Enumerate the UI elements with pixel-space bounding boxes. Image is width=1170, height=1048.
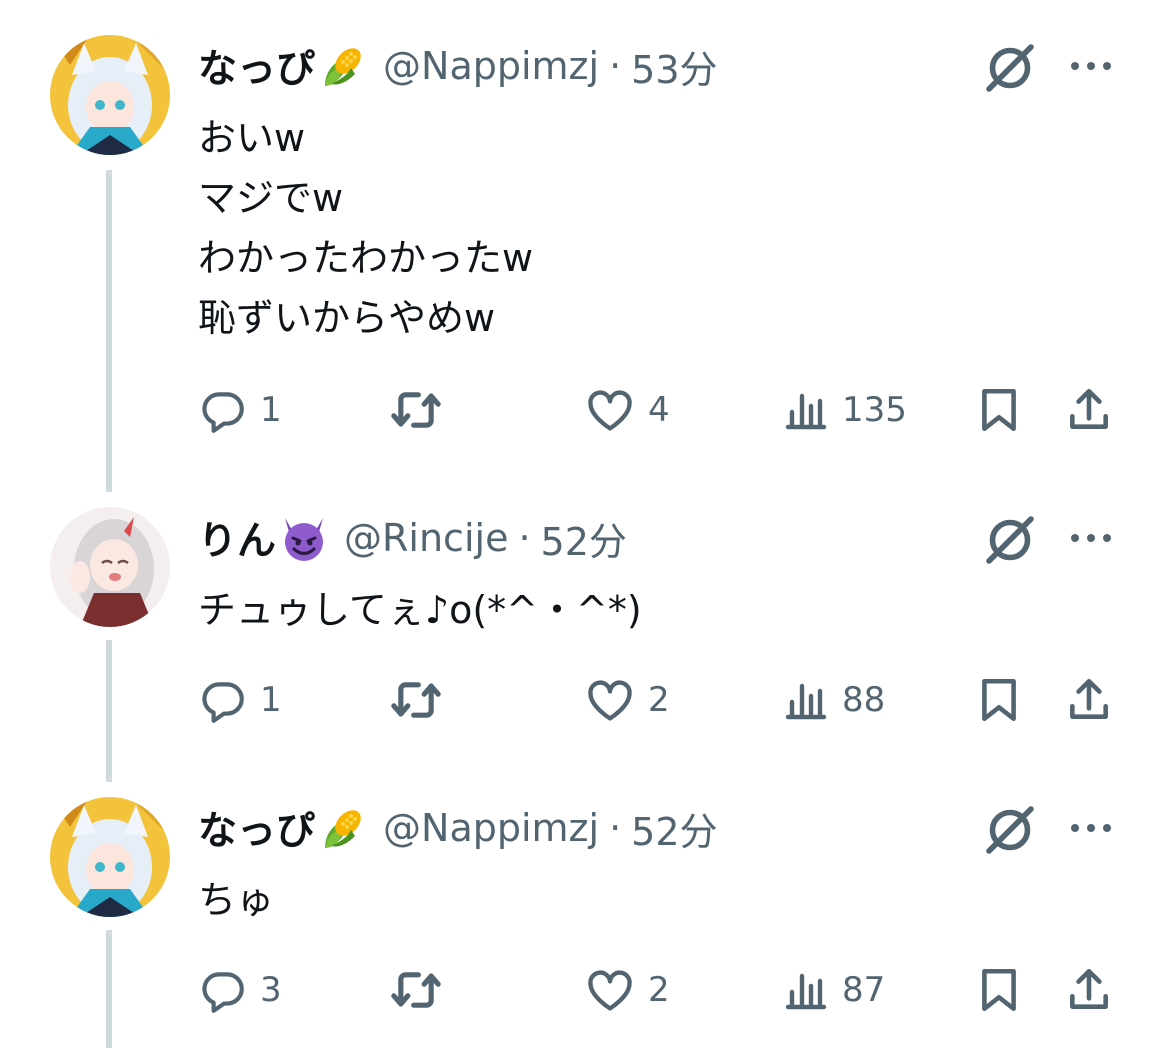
share-icon [1064, 385, 1114, 435]
reply-count: 1 [260, 680, 282, 720]
action-bar: 3 2 87 [198, 960, 1118, 1020]
display-name[interactable]: なっぴ [198, 800, 315, 856]
tweet[interactable]: なっぴ @Nappimzj · 53分 おいw マジでw わかったわかったw 恥… [0, 0, 1170, 470]
timestamp[interactable]: 52分 [541, 511, 627, 566]
reply-button[interactable]: 1 [198, 380, 282, 440]
avatar[interactable] [50, 35, 170, 155]
views-icon [782, 386, 830, 434]
corn-emoji-icon [317, 40, 369, 92]
reply-button[interactable]: 3 [198, 960, 282, 1020]
tweet[interactable]: りん @Rincije · 52分 チュゥしてぇ♪o(*^・^*) 1 2 88 [0, 472, 1170, 762]
reply-count: 1 [260, 390, 282, 430]
display-name[interactable]: りん [198, 510, 276, 566]
views-icon [782, 966, 830, 1014]
tweet-text-line: おいw [198, 116, 306, 160]
views-icon [782, 676, 830, 724]
retweet-button[interactable] [388, 960, 444, 1020]
like-button[interactable]: 4 [584, 380, 670, 440]
retweet-button[interactable] [388, 670, 444, 730]
tweet-text: ちゅ [198, 870, 274, 930]
like-button[interactable]: 2 [584, 960, 670, 1020]
heart-icon [584, 964, 636, 1016]
bookmark-icon [974, 675, 1024, 725]
views-count: 88 [842, 680, 886, 720]
bookmark-icon [974, 965, 1024, 1015]
retweet-icon [388, 962, 444, 1018]
corn-emoji-icon [317, 802, 369, 854]
tweet-text-line: ちゅ [198, 878, 275, 922]
bookmark-icon [974, 385, 1024, 435]
like-count: 4 [648, 390, 670, 430]
grok-icon[interactable] [982, 512, 1038, 568]
retweet-icon [388, 672, 444, 728]
reply-button[interactable]: 1 [198, 670, 282, 730]
tweet-text-line: 恥ずいからやめw [198, 296, 496, 340]
bookmark-button[interactable] [974, 380, 1024, 440]
reply-icon [198, 675, 248, 725]
action-bar: 1 4 135 [198, 380, 1118, 440]
action-bar: 1 2 88 [198, 670, 1118, 730]
share-button[interactable] [1064, 960, 1114, 1020]
heart-icon [584, 674, 636, 726]
handle[interactable]: @Nappimzj [383, 44, 599, 88]
tweet-text-line: マジでw [198, 176, 344, 220]
handle[interactable]: @Nappimzj [383, 806, 599, 850]
timestamp[interactable]: 53分 [631, 39, 717, 94]
heart-icon [584, 384, 636, 436]
avatar[interactable] [50, 507, 170, 627]
bookmark-button[interactable] [974, 670, 1024, 730]
retweet-button[interactable] [388, 380, 444, 440]
handle[interactable]: @Rincije [344, 516, 508, 560]
separator: · [609, 44, 622, 88]
retweet-icon [388, 382, 444, 438]
tweet[interactable]: なっぴ @Nappimzj · 52分 ちゅ 3 2 87 [0, 762, 1170, 1048]
share-icon [1064, 675, 1114, 725]
like-count: 2 [648, 970, 670, 1010]
more-options-icon[interactable] [1068, 526, 1114, 550]
reply-count: 3 [260, 970, 282, 1010]
views-count: 87 [842, 970, 886, 1010]
views-button[interactable]: 87 [782, 960, 885, 1020]
grok-icon[interactable] [982, 40, 1038, 96]
avatar[interactable] [50, 797, 170, 917]
separator: · [609, 806, 622, 850]
display-name[interactable]: なっぴ [198, 38, 315, 94]
timestamp[interactable]: 52分 [631, 801, 717, 856]
share-button[interactable] [1064, 670, 1114, 730]
more-options-icon[interactable] [1068, 54, 1114, 78]
separator: · [518, 516, 531, 560]
tweet-text: おいw マジでw わかったわかったw 恥ずいからやめw [198, 108, 533, 348]
share-button[interactable] [1064, 380, 1114, 440]
tweet-text: チュゥしてぇ♪o(*^・^*) [198, 580, 642, 640]
tweet-text-line: わかったわかったw [198, 236, 534, 280]
grok-icon[interactable] [982, 802, 1038, 858]
like-button[interactable]: 2 [584, 670, 670, 730]
views-button[interactable]: 88 [782, 670, 885, 730]
tweet-text-line: チュゥしてぇ♪o(*^・^*) [198, 588, 642, 632]
like-count: 2 [648, 680, 670, 720]
share-icon [1064, 965, 1114, 1015]
views-button[interactable]: 135 [782, 380, 907, 440]
more-options-icon[interactable] [1068, 816, 1114, 840]
reply-icon [198, 965, 248, 1015]
smiling-devil-emoji-icon [278, 512, 330, 564]
reply-icon [198, 385, 248, 435]
bookmark-button[interactable] [974, 960, 1024, 1020]
views-count: 135 [842, 390, 907, 430]
